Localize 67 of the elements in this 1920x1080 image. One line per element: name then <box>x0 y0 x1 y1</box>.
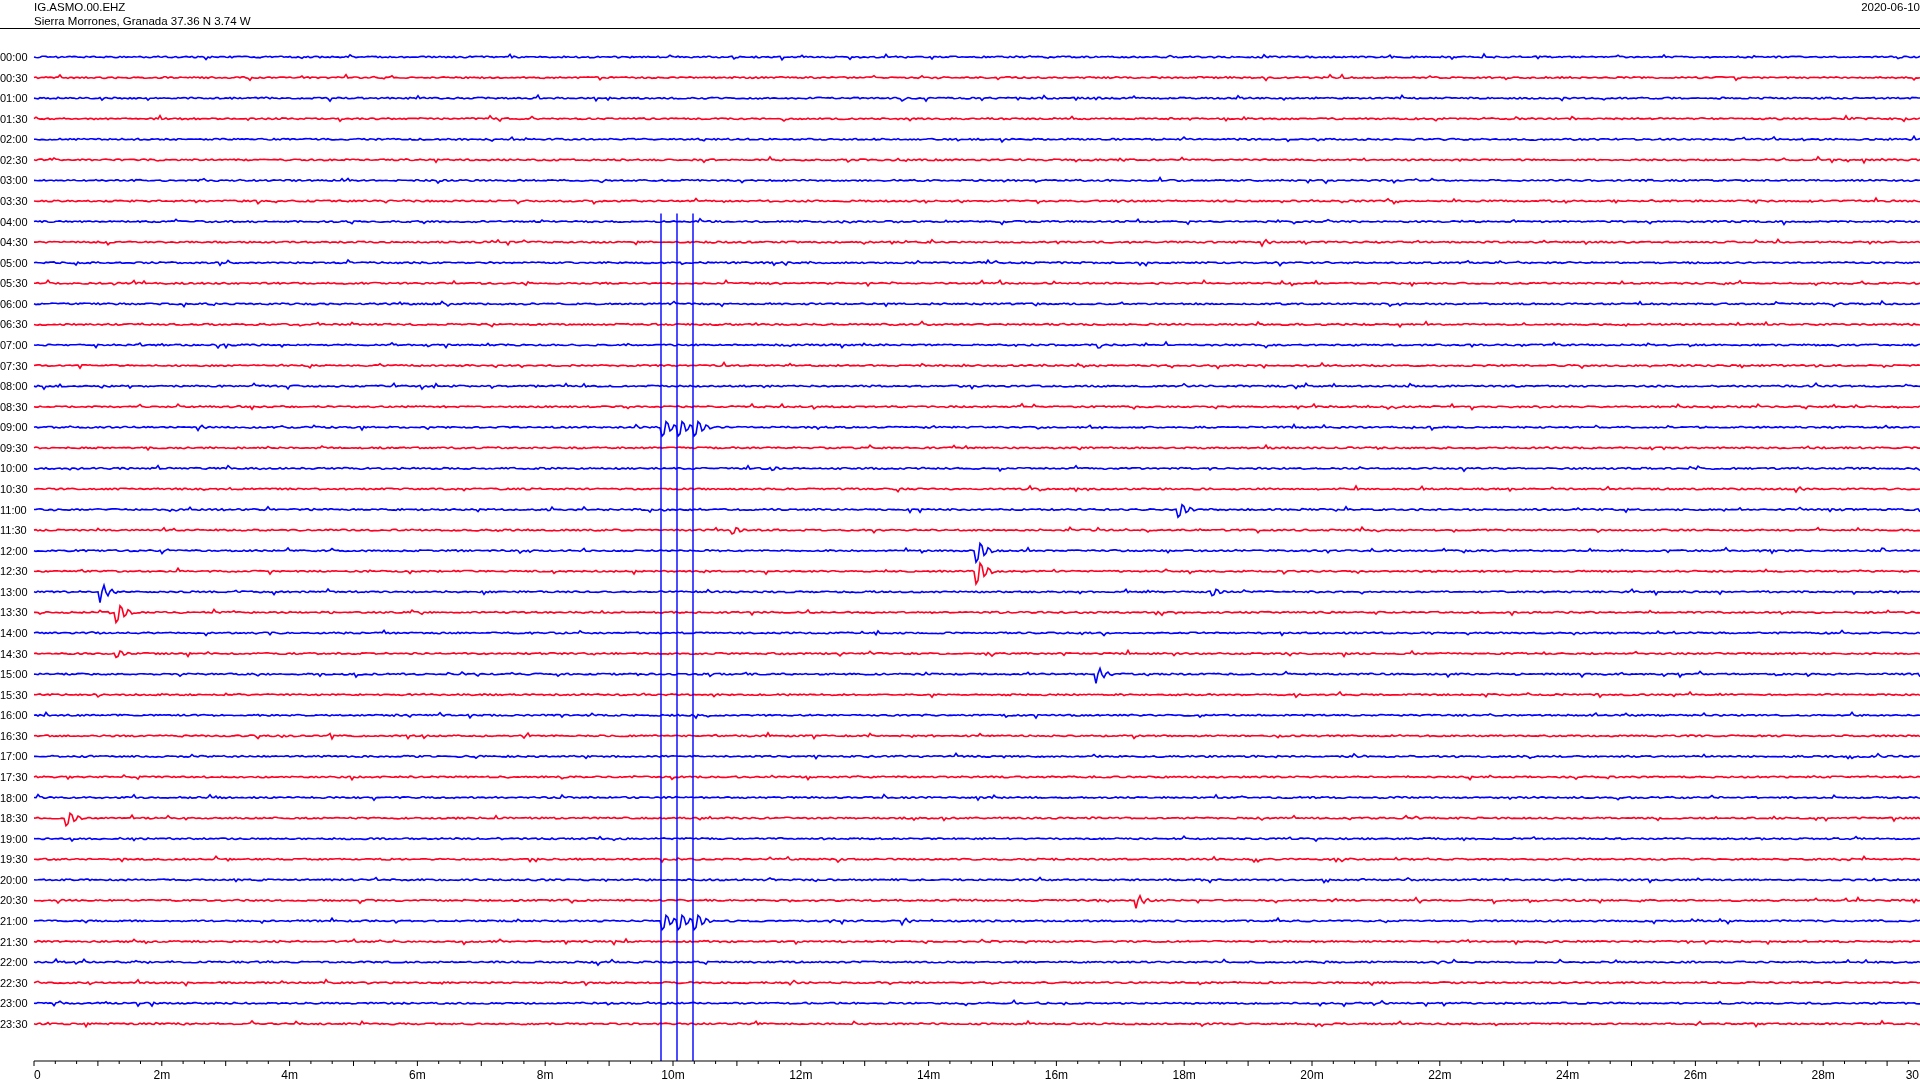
row-time-label: 11:00 <box>0 503 27 516</box>
row-time-label: 11:30 <box>0 524 27 537</box>
axis-tick-label: 4m <box>281 1068 298 1080</box>
row-time-label: 16:30 <box>0 729 28 742</box>
row-time-label: 23:30 <box>0 1017 28 1030</box>
row-time-label: 20:30 <box>0 894 28 907</box>
row-time-label: 10:00 <box>0 462 28 475</box>
row-time-label: 06:30 <box>0 318 28 331</box>
axis-tick-label: 30 <box>1905 1068 1919 1080</box>
axis-tick-label: 6m <box>409 1068 426 1080</box>
record-date: 2020-06-10 <box>1861 0 1920 14</box>
station-code: IG.ASMO.00.EHZ <box>34 0 127 14</box>
axis-tick-label: 14m <box>916 1068 941 1080</box>
axis-tick-label: 26m <box>1683 1068 1708 1080</box>
row-time-label: 09:30 <box>0 441 28 454</box>
row-time-label: 19:30 <box>0 853 28 866</box>
row-time-label: 15:30 <box>0 688 28 701</box>
row-time-label: 18:00 <box>0 791 28 804</box>
row-time-label: 19:00 <box>0 832 28 845</box>
row-time-label: 05:30 <box>0 277 28 290</box>
row-time-label: 03:00 <box>0 174 28 187</box>
row-time-label: 07:00 <box>0 339 28 351</box>
row-time-label: 00:30 <box>0 71 28 84</box>
axis-tick-label: 28m <box>1811 1068 1835 1080</box>
axis-tick-label: 10m <box>661 1068 685 1080</box>
row-time-label: 01:30 <box>0 112 28 125</box>
row-time-label: 12:00 <box>0 544 28 557</box>
row-time-label: 00:00 <box>0 51 28 63</box>
row-time-label: 10:30 <box>0 482 28 495</box>
row-time-label: 09:00 <box>0 421 28 434</box>
row-time-label: 14:00 <box>0 626 28 639</box>
row-time-label: 18:30 <box>0 812 28 825</box>
station-location: Sierra Morrones, Granada 37.36 N 3.74 W <box>34 14 251 28</box>
axis-tick-label: 22m <box>1428 1068 1452 1080</box>
row-time-label: 23:00 <box>0 997 28 1010</box>
axis-tick-label: 8m <box>536 1068 554 1080</box>
axis-tick-label: 20m <box>1300 1068 1324 1080</box>
row-time-label: 21:30 <box>0 935 28 948</box>
row-time-label: 12:30 <box>0 565 28 578</box>
axis-tick-label: 16m <box>1044 1068 1069 1080</box>
row-time-label: 17:00 <box>0 750 28 763</box>
row-time-label: 08:30 <box>0 400 28 413</box>
row-time-label: 07:30 <box>0 359 28 372</box>
axis-tick-label: 0 <box>34 1068 41 1080</box>
row-time-label: 08:00 <box>0 380 28 393</box>
row-time-label: 15:00 <box>0 668 28 681</box>
row-time-label: 02:30 <box>0 153 28 166</box>
row-time-label: 05:00 <box>0 256 28 269</box>
row-time-label: 17:30 <box>0 770 28 783</box>
row-time-label: 02:00 <box>0 133 28 146</box>
row-time-label: 14:30 <box>0 647 28 660</box>
axis-tick-label: 2m <box>153 1068 171 1080</box>
axis-tick-label: 12m <box>789 1068 813 1080</box>
axis-tick-label: 18m <box>1172 1068 1196 1080</box>
row-time-label: 13:00 <box>0 585 28 598</box>
row-time-label: 21:00 <box>0 914 28 927</box>
row-time-label: 04:30 <box>0 236 28 249</box>
axis-tick-label: 24m <box>1555 1068 1580 1080</box>
row-time-label: 06:00 <box>0 297 28 310</box>
row-time-label: 22:30 <box>0 976 28 989</box>
row-time-label: 22:00 <box>0 956 28 969</box>
row-time-label: 03:30 <box>0 195 28 207</box>
row-time-label: 04:00 <box>0 215 28 228</box>
row-time-label: 16:00 <box>0 709 28 722</box>
row-time-label: 01:00 <box>0 92 28 105</box>
row-time-label: 13:30 <box>0 606 28 619</box>
row-time-label: 20:00 <box>0 873 28 886</box>
